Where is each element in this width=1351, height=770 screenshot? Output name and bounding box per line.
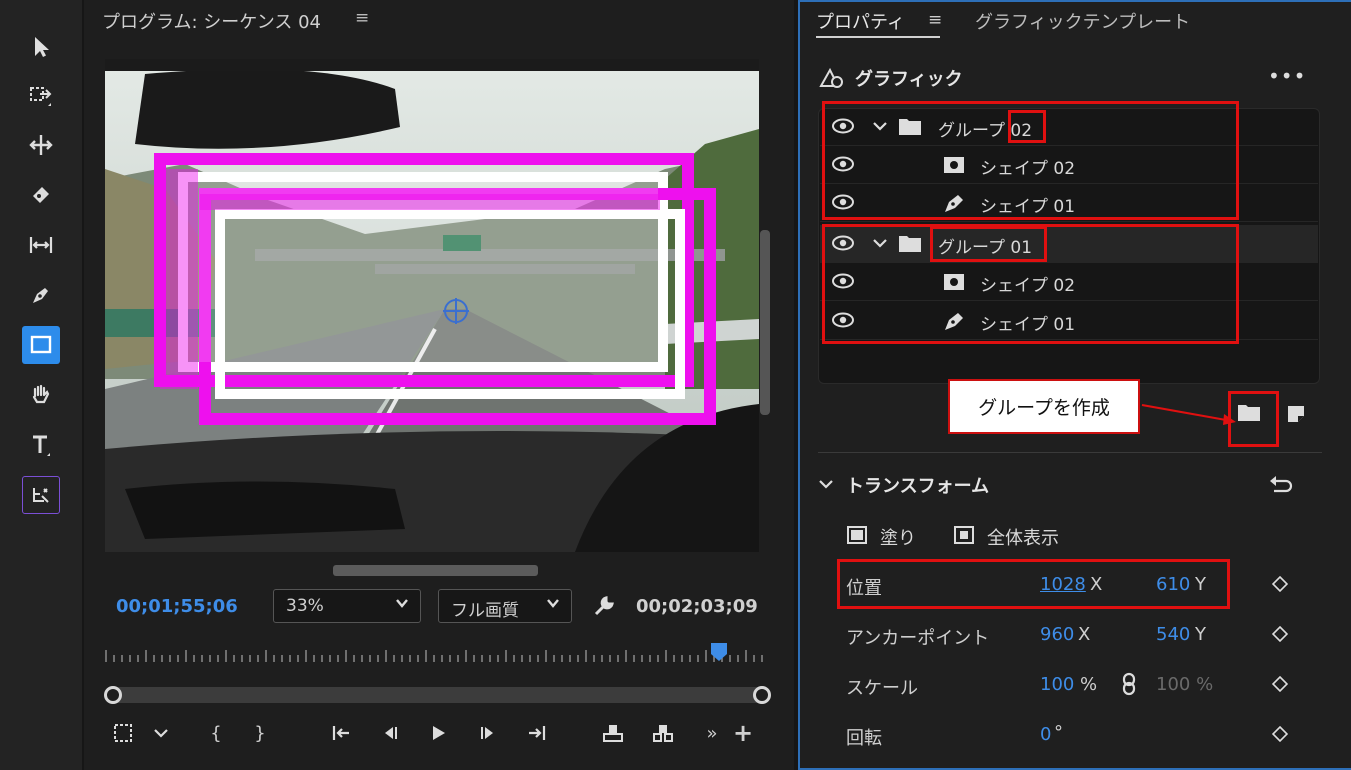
divider xyxy=(818,452,1322,453)
mark-in-button[interactable]: { xyxy=(206,720,226,746)
monitor-menu-icon[interactable]: ≡ xyxy=(355,8,369,28)
safe-margins-icon[interactable] xyxy=(110,720,136,746)
chevron-down-icon[interactable] xyxy=(150,720,172,746)
fill-label[interactable]: 塗り xyxy=(880,524,916,550)
slip-tool-icon[interactable] xyxy=(22,226,60,264)
track-select-tool-icon[interactable] xyxy=(22,76,60,114)
essential-graphics-tool-icon[interactable] xyxy=(22,476,60,514)
tab-graphic-templates[interactable]: グラフィックテンプレート xyxy=(975,8,1190,34)
go-to-out-icon[interactable] xyxy=(524,720,550,746)
type-tool-icon[interactable] xyxy=(22,426,60,464)
rotation-value[interactable]: 0 xyxy=(1040,724,1051,745)
scale-label: スケール xyxy=(846,678,918,699)
chevron-down-icon xyxy=(394,595,410,615)
create-group-callout: グループを作成 xyxy=(948,379,1140,434)
scale-value[interactable]: 100 xyxy=(1040,674,1074,695)
degree-unit: ° xyxy=(1054,722,1063,743)
anchor-y-value[interactable]: 540 xyxy=(1156,624,1190,645)
keyframe-toggle-icon[interactable] xyxy=(1272,676,1288,692)
y-axis-label: Y xyxy=(1195,624,1206,645)
scrollbar-end-handle[interactable] xyxy=(753,686,771,704)
tab-properties[interactable]: プロパティ xyxy=(816,8,905,34)
percent-unit: % xyxy=(1080,674,1098,695)
graphic-icon xyxy=(819,67,843,88)
rotation-label: 回転 xyxy=(846,728,882,749)
zoom-select[interactable]: 33% xyxy=(273,589,421,623)
keyframe-toggle-icon[interactable] xyxy=(1272,726,1288,742)
time-ruler[interactable] xyxy=(105,648,767,664)
playhead-marker[interactable] xyxy=(710,642,728,662)
vertical-scrollbar[interactable] xyxy=(760,230,770,415)
selection-tool-icon[interactable] xyxy=(22,28,60,66)
highlight-position xyxy=(837,559,1230,609)
graphic-section-title: グラフィック xyxy=(855,69,963,90)
hand-tool-icon[interactable] xyxy=(22,376,60,414)
fit-frame-icon[interactable] xyxy=(953,524,975,546)
anchor-point-label: アンカーポイント xyxy=(846,628,990,649)
step-back-icon[interactable] xyxy=(378,720,402,746)
rectangle-tool-icon[interactable] xyxy=(22,326,60,364)
chevron-down-icon[interactable] xyxy=(818,476,834,492)
monitor-title: プログラム: シーケンス 04 xyxy=(102,12,321,33)
zoom-scrollbar[interactable] xyxy=(104,686,771,704)
more-options-icon[interactable]: ••• xyxy=(1268,64,1306,88)
chevron-down-icon xyxy=(545,595,561,615)
more-controls-button[interactable]: » xyxy=(702,720,722,746)
duration-timecode: 00;02;03;09 xyxy=(636,596,758,617)
fit-label[interactable]: 全体表示 xyxy=(987,524,1059,550)
active-tab-underline xyxy=(816,36,940,38)
x-axis-label: X xyxy=(1078,624,1091,645)
create-group-folder-icon[interactable] xyxy=(1236,402,1262,424)
playback-quality-select[interactable]: フル画質 xyxy=(438,589,572,623)
step-forward-icon[interactable] xyxy=(476,720,500,746)
tab-menu-icon[interactable]: ≡ xyxy=(928,10,942,30)
keyframe-toggle-icon[interactable] xyxy=(1272,576,1288,592)
callout-arrow xyxy=(1141,404,1236,425)
transform-section-title[interactable]: トランスフォーム xyxy=(846,472,989,498)
scale-height-value: 100 % xyxy=(1156,674,1214,695)
new-layer-icon[interactable] xyxy=(1286,404,1306,424)
zoom-value: 33% xyxy=(286,596,324,616)
mark-out-button[interactable]: } xyxy=(250,720,270,746)
extract-icon[interactable] xyxy=(648,720,678,746)
video-frame[interactable] xyxy=(105,59,759,552)
video-scene xyxy=(105,59,759,552)
anchor-x-value[interactable]: 960 xyxy=(1040,624,1074,645)
ripple-edit-tool-icon[interactable] xyxy=(22,126,60,164)
tools-panel xyxy=(0,0,82,770)
highlight-group-02-number xyxy=(1008,110,1046,143)
horizontal-scrollbar[interactable] xyxy=(333,565,538,576)
razor-tool-icon[interactable] xyxy=(22,176,60,214)
scrollbar-start-handle[interactable] xyxy=(104,686,122,704)
add-button[interactable]: + xyxy=(732,719,754,747)
pen-tool-icon[interactable] xyxy=(22,276,60,314)
highlight-group-01-name xyxy=(930,226,1047,262)
play-icon[interactable] xyxy=(426,720,450,746)
quality-value: フル画質 xyxy=(451,601,519,621)
lift-icon[interactable] xyxy=(598,720,628,746)
reset-icon[interactable] xyxy=(1268,474,1294,496)
keyframe-toggle-icon[interactable] xyxy=(1272,626,1288,642)
current-timecode[interactable]: 00;01;55;06 xyxy=(116,596,238,617)
fill-frame-icon[interactable] xyxy=(846,524,868,546)
go-to-in-icon[interactable] xyxy=(328,720,354,746)
wrench-icon[interactable] xyxy=(592,594,616,618)
link-icon[interactable] xyxy=(1120,672,1138,696)
